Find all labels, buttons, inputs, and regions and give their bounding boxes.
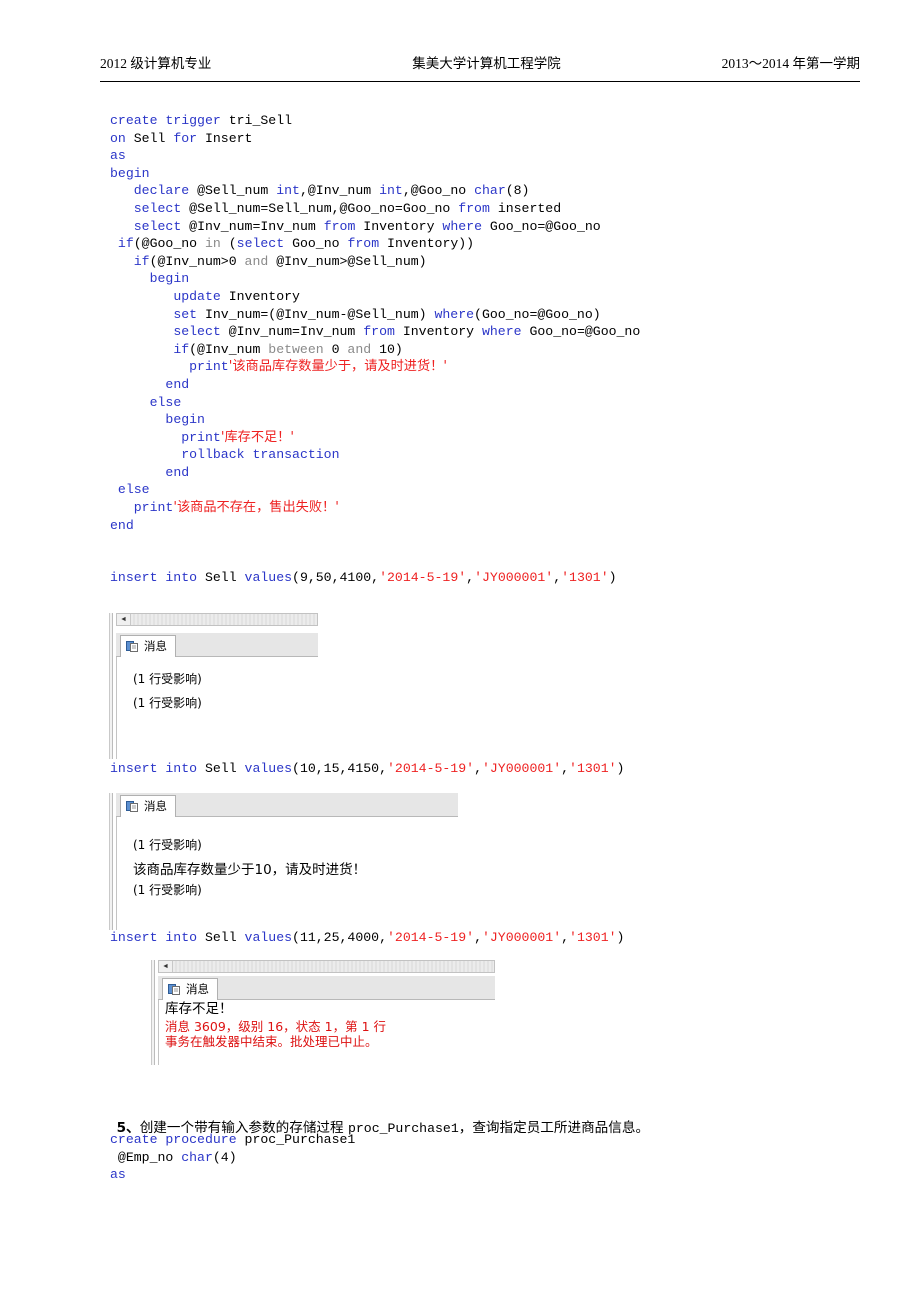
tab-messages-label: 消息 [144, 638, 167, 653]
messages-list: 库存不足！ 消息 3609，级别 16，状态 1，第 1 行事务在触发器中结束。批… [165, 1001, 495, 1050]
code-line: rollback transaction [181, 447, 340, 463]
code-line: declare @Sell_num int,@Inv_num int,@Goo_… [133, 183, 530, 199]
message-line: 消息 3609，级别 16，状态 1，第 1 行 [165, 1018, 386, 1034]
code-line: else [117, 482, 150, 498]
code-line: as [110, 148, 126, 164]
code-line: update Inventory [173, 288, 300, 304]
code-line: end [110, 517, 134, 533]
panel-tabbar: 消息 [116, 633, 318, 657]
results-panel-2: 消息 (1 行受影响) 该商品库存数量少于10，请及时进货！ (1 行受影响) [108, 793, 458, 930]
tab-messages[interactable]: 消息 [120, 795, 176, 817]
code-line: create procedure proc_Purchase1 [110, 1132, 356, 1147]
sql-code-procedure: create procedure proc_Purchase1 @Emp_no … [110, 1131, 355, 1184]
message-line: 该商品库存数量少于10，请及时进货！ [133, 861, 367, 878]
code-line: select @Sell_num=Sell_num,@Goo_no=Goo_no… [133, 200, 562, 216]
sql-code-trigger: create trigger tri_Sellon Sell for Inser… [110, 112, 640, 534]
message-line: (1 行受影响) [133, 838, 202, 852]
messages-list: (1 行受影响) (1 行受影响) [133, 672, 318, 711]
code-line: end [165, 464, 190, 480]
code-line: if(@Goo_no in (select Goo_no from Invent… [117, 236, 475, 252]
header-right-text: 2013～2014 年第一学期 [721, 56, 860, 71]
panel-left-edge [108, 793, 114, 930]
sql-code-insert-2: insert into Sell values(10,15,4150,'2014… [110, 760, 624, 778]
code-line: on Sell for Insert [110, 130, 253, 146]
code-line: set Inv_num=(@Inv_num-@Sell_num) where(G… [173, 306, 601, 322]
message-line: (1 行受影响) [133, 695, 202, 710]
message-line: (1 行受影响) [133, 672, 202, 686]
code-line: end [165, 376, 190, 392]
messages-tab-icon [168, 983, 181, 996]
question-5-text-after: ，查询指定员工所进商品信息。 [458, 1120, 650, 1136]
page-header: 2012 级计算机专业 集美大学计算机工程学院 2013～2014 年第一学期 [100, 52, 860, 82]
message-line: (1 行受影响) [133, 883, 202, 898]
sql-code-insert-3: insert into Sell values(11,25,4000,'2014… [110, 929, 624, 947]
code-line: begin [165, 412, 205, 428]
code-line: create trigger tri_Sell [110, 113, 293, 128]
panel-left-edge [150, 960, 156, 1065]
scroll-left-arrow-icon[interactable]: ◄ [159, 961, 173, 972]
results-panel-3: ◄ 消息 库存不足！ 消息 3609，级别 16，状态 1，第 1 行事务在触发器… [150, 960, 495, 1065]
tab-messages-label: 消息 [144, 798, 167, 813]
header-center-text: 集美大学计算机工程学院 [412, 56, 561, 71]
code-line: begin [110, 165, 150, 181]
code-line: begin [149, 271, 190, 287]
scroll-track[interactable] [173, 961, 494, 972]
sql-code-insert-1: insert into Sell values(9,50,4100,'2014-… [110, 569, 617, 587]
code-line: @Emp_no char(4) [110, 1149, 237, 1165]
panel-messages-body: (1 行受影响) (1 行受影响) [116, 657, 318, 759]
panel-scroll-strip[interactable]: ◄ [116, 613, 318, 626]
code-line: insert into Sell values(10,15,4150,'2014… [110, 761, 625, 776]
code-line: insert into Sell values(9,50,4100,'2014-… [110, 570, 617, 585]
scroll-track[interactable] [131, 614, 317, 625]
code-line: else [149, 394, 182, 410]
code-line: as [110, 1167, 126, 1183]
scroll-left-arrow-icon[interactable]: ◄ [117, 614, 131, 625]
code-line: print'库存不足！' [181, 429, 295, 445]
panel-tabbar: 消息 [158, 976, 495, 1000]
panel-messages-body: 库存不足！ 消息 3609，级别 16，状态 1，第 1 行事务在触发器中结束。批… [158, 1000, 495, 1065]
code-line: if(@Inv_num>0 and @Inv_num>@Sell_num) [133, 253, 427, 269]
messages-list: (1 行受影响) 该商品库存数量少于10，请及时进货！ (1 行受影响) [133, 838, 458, 898]
header-left-text: 2012 级计算机专业 [100, 56, 212, 71]
panel-left-edge [108, 613, 114, 759]
question-5-procedure-name: proc_Purchase1 [347, 1121, 459, 1136]
results-panel-1: ◄ 消息 (1 行受影响) (1 行受影响) [108, 613, 318, 759]
tab-messages[interactable]: 消息 [162, 978, 218, 1000]
message-line: 事务在触发器中结束。批处理已中止。 [165, 1034, 378, 1050]
messages-tab-icon [126, 800, 139, 813]
message-line: 库存不足！ [165, 1001, 233, 1017]
code-line: insert into Sell values(11,25,4000,'2014… [110, 930, 625, 945]
code-line: select @Inv_num=Inv_num from Inventory w… [133, 218, 601, 234]
panel-scroll-strip[interactable]: ◄ [158, 960, 495, 973]
panel-messages-body: (1 行受影响) 该商品库存数量少于10，请及时进货！ (1 行受影响) [116, 817, 458, 930]
messages-tab-icon [126, 640, 139, 653]
tab-messages[interactable]: 消息 [120, 635, 176, 657]
code-line: print'该商品不存在，售出失败！' [133, 500, 339, 516]
code-line: select @Inv_num=Inv_num from Inventory w… [173, 324, 641, 340]
code-line: if(@Inv_num between 0 and 10) [173, 341, 403, 357]
tab-messages-label: 消息 [186, 981, 209, 996]
code-line: print'该商品库存数量少于，请及时进货！' [189, 359, 447, 375]
panel-tabbar: 消息 [116, 793, 458, 817]
